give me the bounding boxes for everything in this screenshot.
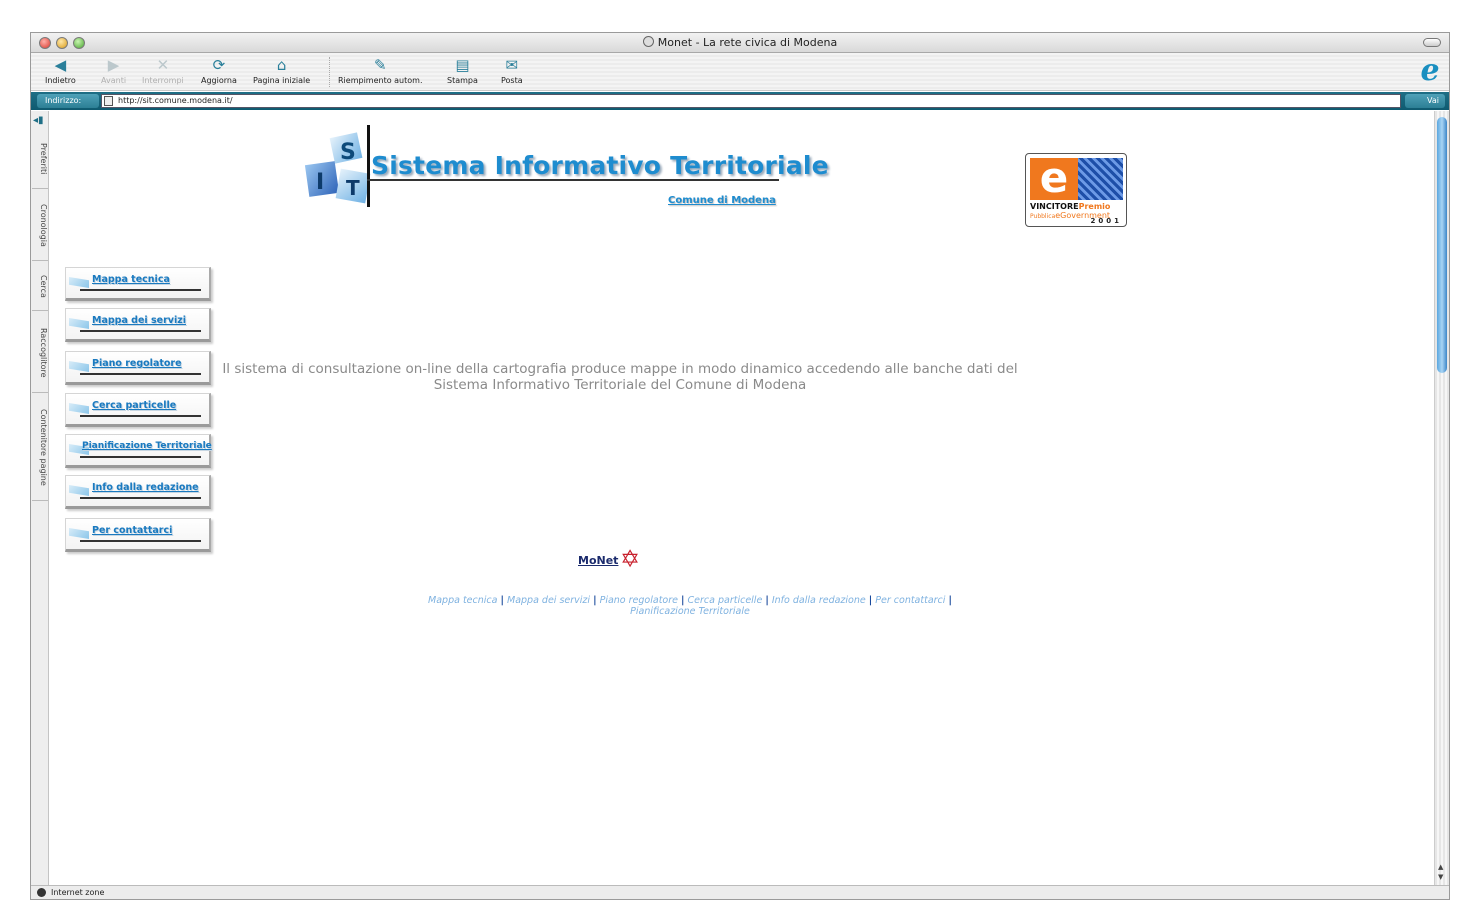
autofill-pen-icon: ✎: [373, 56, 387, 74]
scrollbar-thumb[interactable]: [1437, 117, 1447, 373]
footer-link-mappa-servizi[interactable]: Mappa dei servizi: [507, 595, 590, 606]
footer-link-contattarci[interactable]: Per contattarci: [875, 595, 945, 606]
footer-link-mappa-tecnica[interactable]: Mappa tecnica: [428, 595, 497, 606]
forward-arrow-icon: ▶: [107, 56, 120, 74]
refresh-button[interactable]: ⟳ Aggiorna: [201, 56, 237, 85]
home-button[interactable]: ⌂ Pagina iniziale: [253, 56, 310, 85]
nav-button-contattarci[interactable]: Per contattarci: [65, 518, 211, 552]
egovernment-award-badge[interactable]: e VINCITOREPremio PubblicaeGovernment 20…: [1025, 153, 1127, 227]
intro-text: Il sistema di consultazione on-line dell…: [222, 361, 1018, 393]
page-document-icon: [104, 96, 113, 106]
mail-button[interactable]: ✉ Posta: [501, 56, 523, 85]
internet-explorer-logo-icon: e: [1420, 53, 1440, 88]
go-button[interactable]: Vai: [1405, 94, 1445, 108]
award-pattern-icon: [1078, 158, 1123, 200]
footer-links: Mappa tecnica | Mappa dei servizi | Pian…: [428, 595, 952, 617]
window-title: Monet - La rete civica di Modena: [31, 36, 1449, 49]
sit-letter-s: S: [340, 140, 356, 165]
page-globe-icon: [642, 36, 654, 47]
back-button[interactable]: ◀ Indietro: [45, 56, 76, 85]
back-arrow-icon: ◀: [54, 56, 67, 74]
browser-window: Monet - La rete civica di Modena ◀ Indiet…: [30, 32, 1450, 900]
sit-letter-t: T: [346, 176, 360, 200]
flag-icon: [69, 277, 89, 288]
footer-link-cerca-particelle[interactable]: Cerca particelle: [688, 595, 763, 606]
toolbar-toggle-button[interactable]: [1423, 38, 1441, 47]
nav-button-piano-regolatore[interactable]: Piano regolatore: [65, 351, 211, 385]
printer-icon: ▤: [455, 56, 470, 74]
autofill-button[interactable]: ✎ Riempimento autom.: [338, 56, 423, 85]
flag-icon: [69, 318, 89, 329]
address-bar: Indirizzo: http://sit.comune.modena.it/ …: [31, 92, 1449, 110]
footer-link-pianificazione[interactable]: Pianificazione Territoriale: [630, 606, 750, 617]
sidebar-toggle-icon[interactable]: ◂▮: [33, 115, 44, 126]
address-label: Indirizzo:: [37, 94, 99, 108]
sidetab-search[interactable]: Cerca: [32, 263, 48, 311]
flag-icon: [69, 403, 89, 414]
footer-link-piano-regolatore[interactable]: Piano regolatore: [600, 595, 678, 606]
home-icon: ⌂: [276, 56, 287, 74]
explorer-side-tabs: ◂▮ Preferiti Cronologia Cerca Raccoglito…: [31, 111, 49, 887]
scroll-up-arrow-icon[interactable]: ▲: [1438, 863, 1443, 871]
mail-icon: ✉: [505, 56, 519, 74]
flag-icon: [69, 528, 89, 539]
vertical-scrollbar[interactable]: ▲ ▼: [1434, 111, 1449, 887]
stop-x-icon: ✕: [156, 56, 170, 74]
monet-star-icon: ✡: [620, 545, 641, 573]
address-input[interactable]: http://sit.comune.modena.it/: [101, 94, 1401, 108]
nav-button-mappa-tecnica[interactable]: Mappa tecnica: [65, 267, 211, 301]
sidetab-favorites[interactable]: Preferiti: [32, 129, 48, 189]
award-year: 2001: [1090, 217, 1122, 225]
print-button[interactable]: ▤ Stampa: [447, 56, 478, 85]
sit-letter-i: I: [316, 170, 324, 195]
nav-button-pianificazione[interactable]: Pianificazione Territoriale: [65, 434, 212, 468]
site-subtitle-link[interactable]: Comune di Modena: [668, 195, 776, 206]
status-bar: Internet zone: [31, 885, 1449, 899]
scroll-down-arrow-icon[interactable]: ▼: [1438, 873, 1443, 881]
forward-button[interactable]: ▶ Avanti: [101, 56, 126, 85]
nav-button-mappa-servizi[interactable]: Mappa dei servizi: [65, 308, 211, 342]
award-winner-label: VINCITOREPremio: [1030, 202, 1111, 211]
sidetab-page-holder[interactable]: Contenitore pagine: [32, 395, 48, 501]
footer-link-info-redazione[interactable]: Info dalla redazione: [772, 595, 866, 606]
status-zone-text: Internet zone: [51, 888, 105, 897]
nav-button-cerca-particelle[interactable]: Cerca particelle: [65, 393, 211, 427]
monet-logo-link[interactable]: MoNet: [578, 554, 618, 567]
logo-vertical-rule: [367, 125, 370, 207]
refresh-icon: ⟳: [212, 56, 226, 74]
sidetab-scrapbook[interactable]: Raccoglitore: [32, 313, 48, 393]
flag-icon: [69, 361, 89, 372]
page-content: S I T Sistema Informativo Territoriale C…: [50, 111, 1436, 887]
stop-button[interactable]: ✕ Interrompi: [142, 56, 184, 85]
sidetab-history[interactable]: Cronologia: [32, 191, 48, 261]
browser-toolbar: ◀ Indietro ▶ Avanti ✕ Interrompi ⟳ Aggiorna …: [31, 53, 1449, 91]
title-bar: Monet - La rete civica di Modena: [31, 33, 1449, 53]
internet-zone-globe-icon: [37, 888, 46, 897]
award-e-letter: e: [1030, 157, 1078, 200]
nav-button-info-redazione[interactable]: Info dalla redazione: [65, 475, 211, 509]
flag-icon: [69, 485, 89, 496]
toolbar-separator: [329, 57, 330, 87]
site-title: Sistema Informativo Territoriale: [371, 151, 829, 180]
window-title-text: Monet - La rete civica di Modena: [657, 36, 838, 49]
